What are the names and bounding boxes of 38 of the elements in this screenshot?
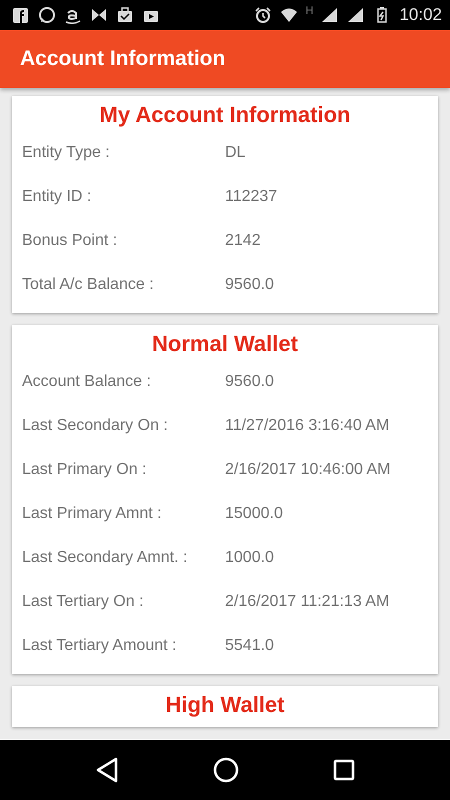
- field-value: 2142: [225, 231, 261, 251]
- card-title: Normal Wallet: [151, 330, 299, 358]
- field-label: Bonus Point :: [22, 231, 118, 251]
- signal-icon: [347, 6, 366, 24]
- field-label: Last Primary On :: [22, 460, 148, 480]
- field-label: Last Secondary Amnt. :: [22, 548, 188, 568]
- field-value: 15000.0: [225, 504, 283, 524]
- field-label: Last Primary Amnt :: [22, 504, 163, 524]
- field-value: 1000.0: [225, 548, 274, 568]
- network-type: H: [306, 4, 314, 19]
- field-label: Last Tertiary On :: [22, 592, 145, 612]
- field-label: Last Secondary On :: [22, 416, 169, 436]
- briefcase-icon: [116, 6, 134, 24]
- field-label: Account Balance :: [22, 372, 152, 392]
- wifi-icon: [280, 6, 298, 24]
- chat-icon: [38, 6, 56, 24]
- field-value: 11/27/2016 3:16:40 AM: [225, 416, 390, 436]
- home-icon[interactable]: [213, 757, 239, 783]
- card-title: High Wallet: [164, 691, 286, 719]
- facebook-icon: [12, 6, 30, 24]
- field-value: 2/16/2017 10:46:00 AM: [225, 460, 390, 480]
- field-label: Total A/c Balance :: [22, 275, 155, 295]
- card-title: My Account Information: [98, 101, 352, 129]
- field-value: 112237: [225, 187, 278, 207]
- field-value: 9560.0: [225, 372, 274, 392]
- recents-icon[interactable]: [333, 759, 355, 781]
- field-value: DL: [225, 143, 246, 163]
- field-value: 5541.0: [225, 636, 274, 656]
- signal-icon: [321, 6, 340, 24]
- field-label: Entity Type :: [22, 143, 111, 163]
- field-label: Last Tertiary Amount :: [22, 636, 178, 656]
- back-icon[interactable]: [95, 757, 119, 783]
- clock: 10:02: [399, 4, 442, 26]
- field-label: Entity ID :: [22, 187, 92, 207]
- app-bar-title: Account Information: [20, 46, 226, 72]
- field-value: 9560.0: [225, 275, 274, 295]
- field-value: 2/16/2017 11:21:13 AM: [225, 592, 390, 612]
- alarm-icon: [254, 6, 272, 24]
